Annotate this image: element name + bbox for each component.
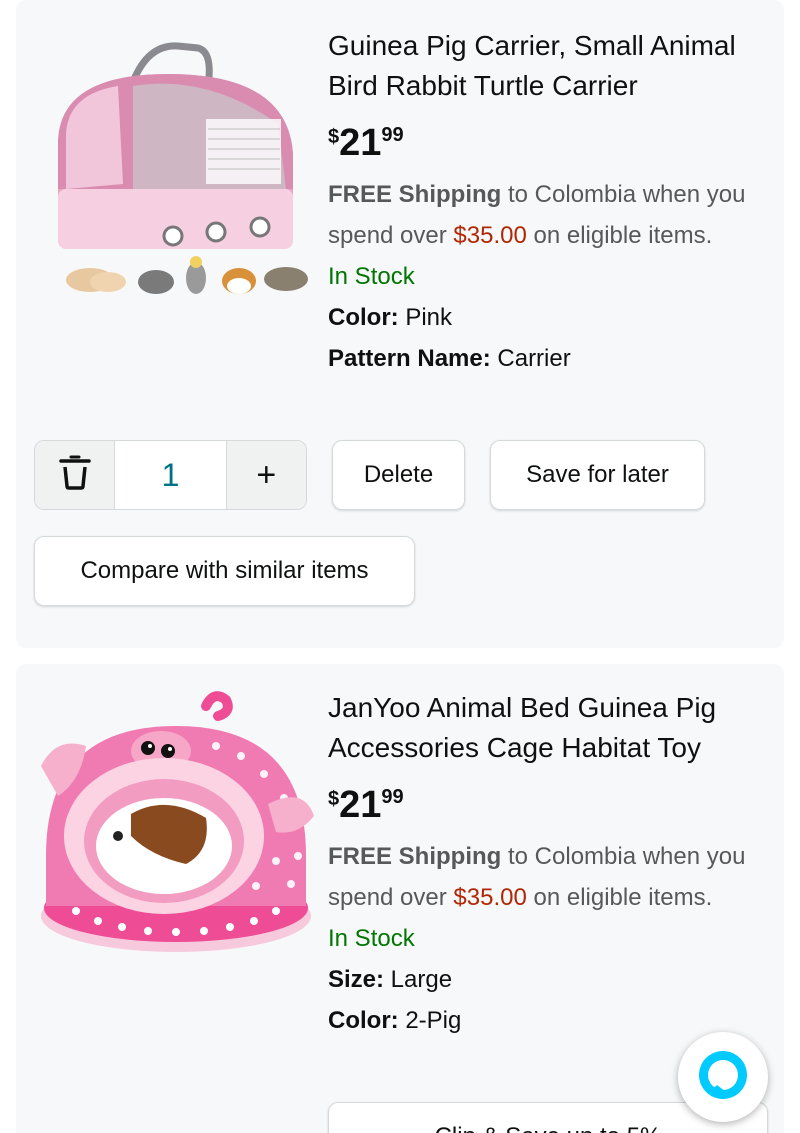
- delete-button[interactable]: Delete: [332, 440, 465, 510]
- save-for-later-button[interactable]: Save for later: [490, 440, 705, 510]
- alexa-icon: [695, 1047, 751, 1108]
- trash-icon: [58, 455, 92, 496]
- shipping-text-end: on eligible items.: [526, 222, 713, 249]
- product-price: $ 21 99: [328, 120, 768, 166]
- alexa-button[interactable]: [678, 1032, 768, 1122]
- shipping-bold: FREE Shipping: [328, 181, 502, 208]
- remove-button[interactable]: [35, 441, 116, 509]
- shipping-bold: FREE Shipping: [328, 843, 502, 870]
- increase-quantity-button[interactable]: +: [225, 441, 306, 509]
- shipping-text-end: on eligible items.: [526, 884, 713, 911]
- shipping-threshold: $35.00: [453, 222, 527, 249]
- stock-status: In Stock: [328, 263, 415, 290]
- product-price: $ 21 99: [328, 782, 768, 828]
- attribute-label: Color:: [328, 1007, 399, 1034]
- shipping-info: FREE Shipping to Colombia when you spend…: [328, 174, 768, 256]
- product-image-bed[interactable]: [36, 686, 326, 966]
- item-details: JanYoo Animal Bed Guinea Pig Accessories…: [328, 688, 768, 1041]
- plus-icon: +: [256, 455, 277, 494]
- quantity-stepper: 1 +: [34, 440, 307, 510]
- attribute-label: Size:: [328, 966, 385, 993]
- item-details: Guinea Pig Carrier, Small Animal Bird Ra…: [328, 26, 768, 379]
- attribute-label: Color:: [328, 304, 399, 331]
- quantity-value[interactable]: 1: [115, 441, 225, 509]
- price-fraction: 99: [381, 786, 404, 808]
- attribute-color: Color: Pink: [328, 297, 768, 338]
- shipping-threshold: $35.00: [453, 884, 527, 911]
- attribute-color: Color: 2-Pig: [328, 1000, 768, 1041]
- attribute-pattern: Pattern Name: Carrier: [328, 338, 768, 379]
- price-whole: 21: [339, 784, 382, 826]
- attribute-size: Size: Large: [328, 959, 768, 1000]
- price-symbol: $: [328, 788, 340, 810]
- price-fraction: 99: [381, 124, 404, 146]
- product-image-carrier[interactable]: [38, 24, 328, 304]
- compare-similar-button[interactable]: Compare with similar items: [34, 536, 415, 606]
- product-title[interactable]: JanYoo Animal Bed Guinea Pig Accessories…: [328, 688, 768, 768]
- attribute-value: Large: [384, 966, 453, 993]
- attribute-value: Pink: [398, 304, 453, 331]
- attribute-label: Pattern Name:: [328, 345, 491, 372]
- cart-item-card: Guinea Pig Carrier, Small Animal Bird Ra…: [16, 0, 784, 648]
- attribute-value: 2-Pig: [398, 1007, 462, 1034]
- cart-item-card: JanYoo Animal Bed Guinea Pig Accessories…: [16, 664, 784, 1133]
- shipping-info: FREE Shipping to Colombia when you spend…: [328, 836, 768, 918]
- price-whole: 21: [339, 122, 382, 164]
- price-symbol: $: [328, 126, 340, 148]
- attribute-value: Carrier: [490, 345, 571, 372]
- stock-status: In Stock: [328, 925, 415, 952]
- product-title[interactable]: Guinea Pig Carrier, Small Animal Bird Ra…: [328, 26, 768, 106]
